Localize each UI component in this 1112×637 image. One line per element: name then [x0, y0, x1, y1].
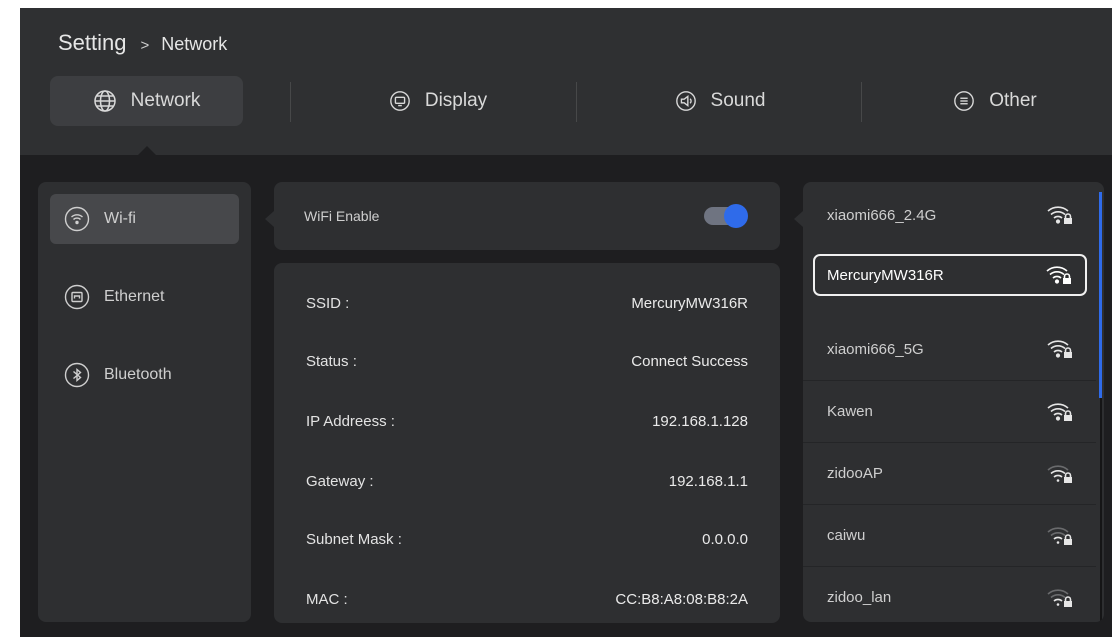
detail-row-status: Status : Connect Success [306, 349, 748, 373]
network-item[interactable]: xiaomi666_2.4G [803, 184, 1096, 246]
wifi-enable-label: WiFi Enable [304, 208, 380, 224]
network-list-scrollbar-thumb[interactable] [1099, 192, 1102, 398]
header: Setting > Network Network Display Sound … [20, 8, 1112, 155]
category-tabs: Network Display Sound Other [20, 76, 1112, 128]
tab-divider [576, 82, 577, 122]
network-item[interactable]: zidooAP [803, 442, 1096, 504]
network-item[interactable]: Kawen [803, 380, 1096, 442]
detail-value: CC:B8:A8:08:B8:2A [615, 590, 748, 608]
breadcrumb-current: Network [161, 34, 228, 54]
active-tab-indicator [138, 146, 156, 155]
detail-row-mac: MAC : CC:B8:A8:08:B8:2A [306, 587, 748, 611]
bluetooth-icon [64, 362, 90, 388]
network-ssid: zidoo_lan [827, 589, 892, 606]
detail-key: MAC : [306, 590, 348, 608]
network-list-pointer [794, 211, 803, 227]
speaker-icon [675, 90, 697, 112]
network-ssid: xiaomi666_2.4G [827, 206, 937, 224]
detail-row-gateway: Gateway : 192.168.1.1 [306, 469, 748, 493]
detail-value: MercuryMW316R [631, 294, 748, 312]
sidebar-item-wifi[interactable]: Wi-fi [50, 194, 239, 244]
network-ssid: caiwu [827, 527, 866, 544]
wifi-icon [64, 206, 90, 232]
detail-key: Status : [306, 352, 357, 370]
network-item[interactable]: zidoo_lan [803, 566, 1096, 622]
detail-row-ip-address: IP Addreess : 192.168.1.128 [306, 409, 748, 433]
wifi-enable-toggle[interactable] [704, 204, 748, 228]
tab-display[interactable]: Display [338, 76, 538, 126]
sidebar-item-bluetooth[interactable]: Bluetooth [50, 350, 239, 400]
network-ssid: zidooAP [827, 465, 883, 482]
connection-details: SSID : MercuryMW316R Status : Connect Su… [274, 263, 780, 623]
breadcrumb: Setting > Network [58, 30, 227, 56]
detail-value: 0.0.0.0 [702, 530, 748, 548]
wifi-lock-icon [1046, 203, 1074, 227]
wifi-lock-icon [1046, 462, 1074, 486]
enable-panel-pointer [265, 211, 274, 227]
tab-label: Display [424, 90, 488, 111]
toggle-knob [724, 204, 748, 228]
detail-key: IP Addreess : [306, 412, 395, 430]
tab-label: Sound [710, 90, 766, 111]
network-ssid: Kawen [827, 403, 873, 420]
ethernet-icon [64, 284, 90, 310]
network-item[interactable]: xiaomi666_5G [803, 318, 1096, 380]
tab-network[interactable]: Network [50, 76, 243, 126]
network-item[interactable]: caiwu [803, 504, 1096, 566]
network-item-selected[interactable]: MercuryMW316R [813, 254, 1087, 296]
network-list: xiaomi666_2.4G MercuryMW316R xiaomi666_5… [803, 182, 1104, 622]
detail-key: SSID : [306, 294, 350, 312]
detail-value: 192.168.1.1 [668, 472, 748, 490]
sidebar-item-label: Ethernet [104, 288, 165, 305]
breadcrumb-separator: > [140, 37, 150, 54]
globe-icon [93, 89, 117, 113]
network-ssid: xiaomi666_5G [827, 340, 924, 358]
wifi-lock-icon [1046, 524, 1074, 548]
detail-value: Connect Success [631, 352, 748, 370]
settings-screen: Setting > Network Network Display Sound … [20, 8, 1112, 637]
detail-key: Subnet Mask : [306, 530, 402, 548]
network-ssid: MercuryMW316R [827, 266, 944, 284]
wifi-lock-icon [1046, 586, 1074, 610]
detail-row-ssid: SSID : MercuryMW316R [306, 291, 748, 315]
sidebar-item-label: Bluetooth [104, 366, 172, 383]
wifi-lock-icon [1046, 337, 1074, 361]
menu-icon [953, 90, 975, 112]
tab-label: Other [989, 90, 1037, 111]
tab-label: Network [130, 90, 201, 111]
detail-key: Gateway : [306, 472, 374, 490]
tab-divider [290, 82, 291, 122]
tab-sound[interactable]: Sound [625, 76, 815, 126]
detail-value: 192.168.1.128 [652, 412, 748, 430]
breadcrumb-root: Setting [58, 30, 127, 55]
wifi-lock-icon [1046, 400, 1074, 424]
wifi-enable-row: WiFi Enable [274, 182, 780, 250]
wifi-lock-icon [1045, 263, 1073, 287]
sidebar-item-label: Wi-fi [104, 210, 136, 227]
network-sidebar: Wi-fi Ethernet Bluetooth [38, 182, 251, 622]
tab-divider [861, 82, 862, 122]
sidebar-item-ethernet[interactable]: Ethernet [50, 272, 239, 322]
detail-row-subnet-mask: Subnet Mask : 0.0.0.0 [306, 527, 748, 551]
display-icon [389, 90, 411, 112]
tab-other[interactable]: Other [910, 76, 1080, 126]
